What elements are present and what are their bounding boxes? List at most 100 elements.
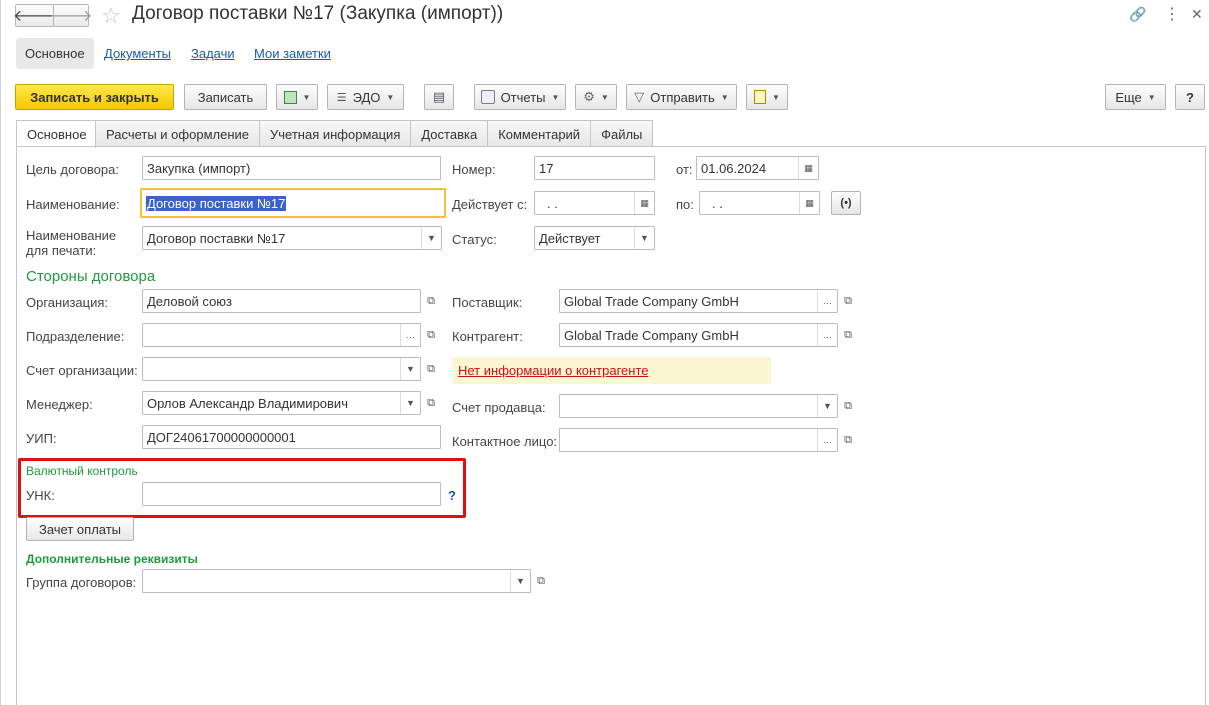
open-icon[interactable]: ⧉ [421, 357, 441, 381]
edo-button[interactable]: ☰ ЭДО ▼ [327, 84, 404, 110]
reports-label: Отчеты [500, 89, 546, 105]
chevron-down-icon: ▼ [772, 92, 780, 102]
open-icon[interactable]: ⧉ [838, 289, 858, 313]
calendar-icon[interactable]: ▦ [634, 192, 654, 214]
chevron-down-icon: ▼ [600, 92, 609, 102]
more-button[interactable]: Еще ▼ [1105, 84, 1166, 110]
arrow-right-icon: 🡒 [49, 8, 93, 25]
forward-button[interactable]: 🡒 [50, 4, 92, 27]
unk-label: УНК: [26, 488, 55, 503]
tab-main[interactable]: Основное [16, 120, 96, 148]
save-button[interactable]: Записать [184, 84, 267, 110]
print-name-label-2: для печати: [26, 243, 97, 258]
ellipsis-icon[interactable]: … [817, 290, 837, 312]
list-icon: ▤ [432, 89, 446, 104]
tab-delivery[interactable]: Доставка [410, 120, 489, 147]
ellipsis-icon[interactable]: … [400, 324, 420, 346]
chevron-down-icon[interactable]: ▼ [817, 395, 837, 417]
contract-group-label: Группа договоров: [26, 575, 137, 590]
chevron-down-icon[interactable]: ▼ [421, 227, 441, 249]
chevron-down-icon[interactable]: ▼ [400, 392, 420, 414]
unk-field[interactable] [142, 482, 441, 506]
manager-field[interactable]: Орлов Александр Владимирович ▼ [142, 391, 421, 415]
open-icon[interactable]: ⧉ [421, 323, 441, 347]
back-button[interactable]: 🡐 [13, 4, 56, 27]
calendar-icon[interactable]: ▦ [798, 157, 818, 179]
no-info-link[interactable]: Нет информации о контрагенте [458, 363, 649, 378]
calendar-icon[interactable]: ▦ [799, 192, 819, 214]
edo-icon: ☰ [336, 91, 347, 104]
valid-from-value: . . [547, 195, 558, 211]
close-icon[interactable]: ✕ [1191, 6, 1203, 23]
section-tasks[interactable]: Задачи [191, 46, 235, 61]
print-name-field[interactable]: Договор поставки №17 ▼ [142, 226, 442, 250]
ellipsis-icon[interactable]: … [817, 324, 837, 346]
open-icon[interactable]: ⧉ [838, 394, 858, 418]
valid-to-label: по: [676, 197, 694, 212]
contact-field[interactable]: … [559, 428, 838, 452]
more-vertical-icon[interactable]: ⋮ [1164, 4, 1180, 24]
open-icon[interactable]: ⧉ [421, 391, 441, 415]
supplier-value: Global Trade Company GmbH [564, 293, 739, 309]
payment-offset-button[interactable]: Зачет оплаты [26, 517, 134, 541]
counterparty-field[interactable]: Global Trade Company GmbH … [559, 323, 838, 347]
settings-button[interactable]: ⚙ ▼ [575, 84, 617, 110]
uip-label: УИП: [26, 431, 57, 446]
chevron-down-icon[interactable]: ▼ [400, 358, 420, 380]
seller-account-field[interactable]: ▼ [559, 394, 838, 418]
org-account-field[interactable]: ▼ [142, 357, 421, 381]
period-icon: (•) [840, 197, 852, 209]
tab-files[interactable]: Файлы [590, 120, 654, 147]
division-field[interactable]: … [142, 323, 421, 347]
reports-icon [480, 90, 495, 104]
send-button[interactable]: ▽ Отправить ▼ [626, 84, 737, 110]
link-icon[interactable]: 🔗 [1129, 6, 1146, 23]
favorite-star-icon[interactable]: ☆ [101, 3, 121, 29]
name-field[interactable]: Договор поставки №17 [140, 188, 446, 218]
date-label: от: [676, 162, 693, 177]
chevron-down-icon[interactable]: ▼ [634, 227, 654, 249]
open-icon[interactable]: ⧉ [838, 428, 858, 452]
open-icon[interactable]: ⧉ [421, 289, 441, 313]
save-and-close-button[interactable]: Записать и закрыть [15, 84, 174, 110]
send-label: Отправить [650, 89, 715, 105]
purpose-label: Цель договора: [26, 162, 119, 177]
chevron-down-icon: ▼ [720, 92, 729, 102]
manager-label: Менеджер: [26, 397, 93, 412]
window-title: Договор поставки №17 (Закупка (импорт)) [132, 3, 504, 24]
purpose-field[interactable]: Закупка (импорт) [142, 156, 441, 180]
create-based-on-button[interactable]: ▼ [276, 84, 318, 110]
period-button[interactable]: (•) [831, 191, 861, 215]
tab-payments[interactable]: Расчеты и оформление [95, 120, 260, 147]
reports-button[interactable]: Отчеты ▼ [474, 84, 566, 110]
tab-accounting[interactable]: Учетная информация [259, 120, 412, 147]
help-button[interactable]: ? [1175, 84, 1205, 110]
number-label: Номер: [452, 162, 496, 177]
open-icon[interactable]: ⧉ [838, 323, 858, 347]
section-my-notes[interactable]: Мои заметки [254, 46, 331, 61]
status-field[interactable]: Действует ▼ [534, 226, 655, 250]
organization-field[interactable]: Деловой союз [142, 289, 421, 313]
contact-label: Контактное лицо: [452, 434, 558, 449]
tab-comment[interactable]: Комментарий [487, 120, 592, 147]
ellipsis-icon[interactable]: … [817, 429, 837, 451]
chevron-down-icon: ▼ [551, 92, 560, 102]
date-field[interactable]: 01.06.2024 ▦ [696, 156, 819, 180]
print-list-button[interactable]: ▤ [424, 84, 454, 110]
supplier-field[interactable]: Global Trade Company GmbH … [559, 289, 838, 313]
section-main[interactable]: Основное [16, 38, 94, 69]
valid-from-field[interactable]: . . ▦ [534, 191, 655, 215]
contract-group-field[interactable]: ▼ [142, 569, 531, 593]
number-field[interactable]: 17 [534, 156, 655, 180]
valid-to-field[interactable]: . . ▦ [699, 191, 820, 215]
org-account-label: Счет организации: [26, 363, 138, 378]
section-documents[interactable]: Документы [104, 46, 171, 61]
chevron-down-icon: ▼ [1147, 92, 1156, 102]
counterparty-label: Контрагент: [452, 329, 523, 344]
send-icon: ▽ [634, 89, 645, 104]
open-icon[interactable]: ⧉ [531, 569, 551, 593]
attachments-button[interactable]: ▼ [746, 84, 788, 110]
unk-help-link[interactable]: ? [448, 488, 456, 503]
chevron-down-icon[interactable]: ▼ [510, 570, 530, 592]
uip-field[interactable]: ДОГ24061700000000001 [142, 425, 441, 449]
